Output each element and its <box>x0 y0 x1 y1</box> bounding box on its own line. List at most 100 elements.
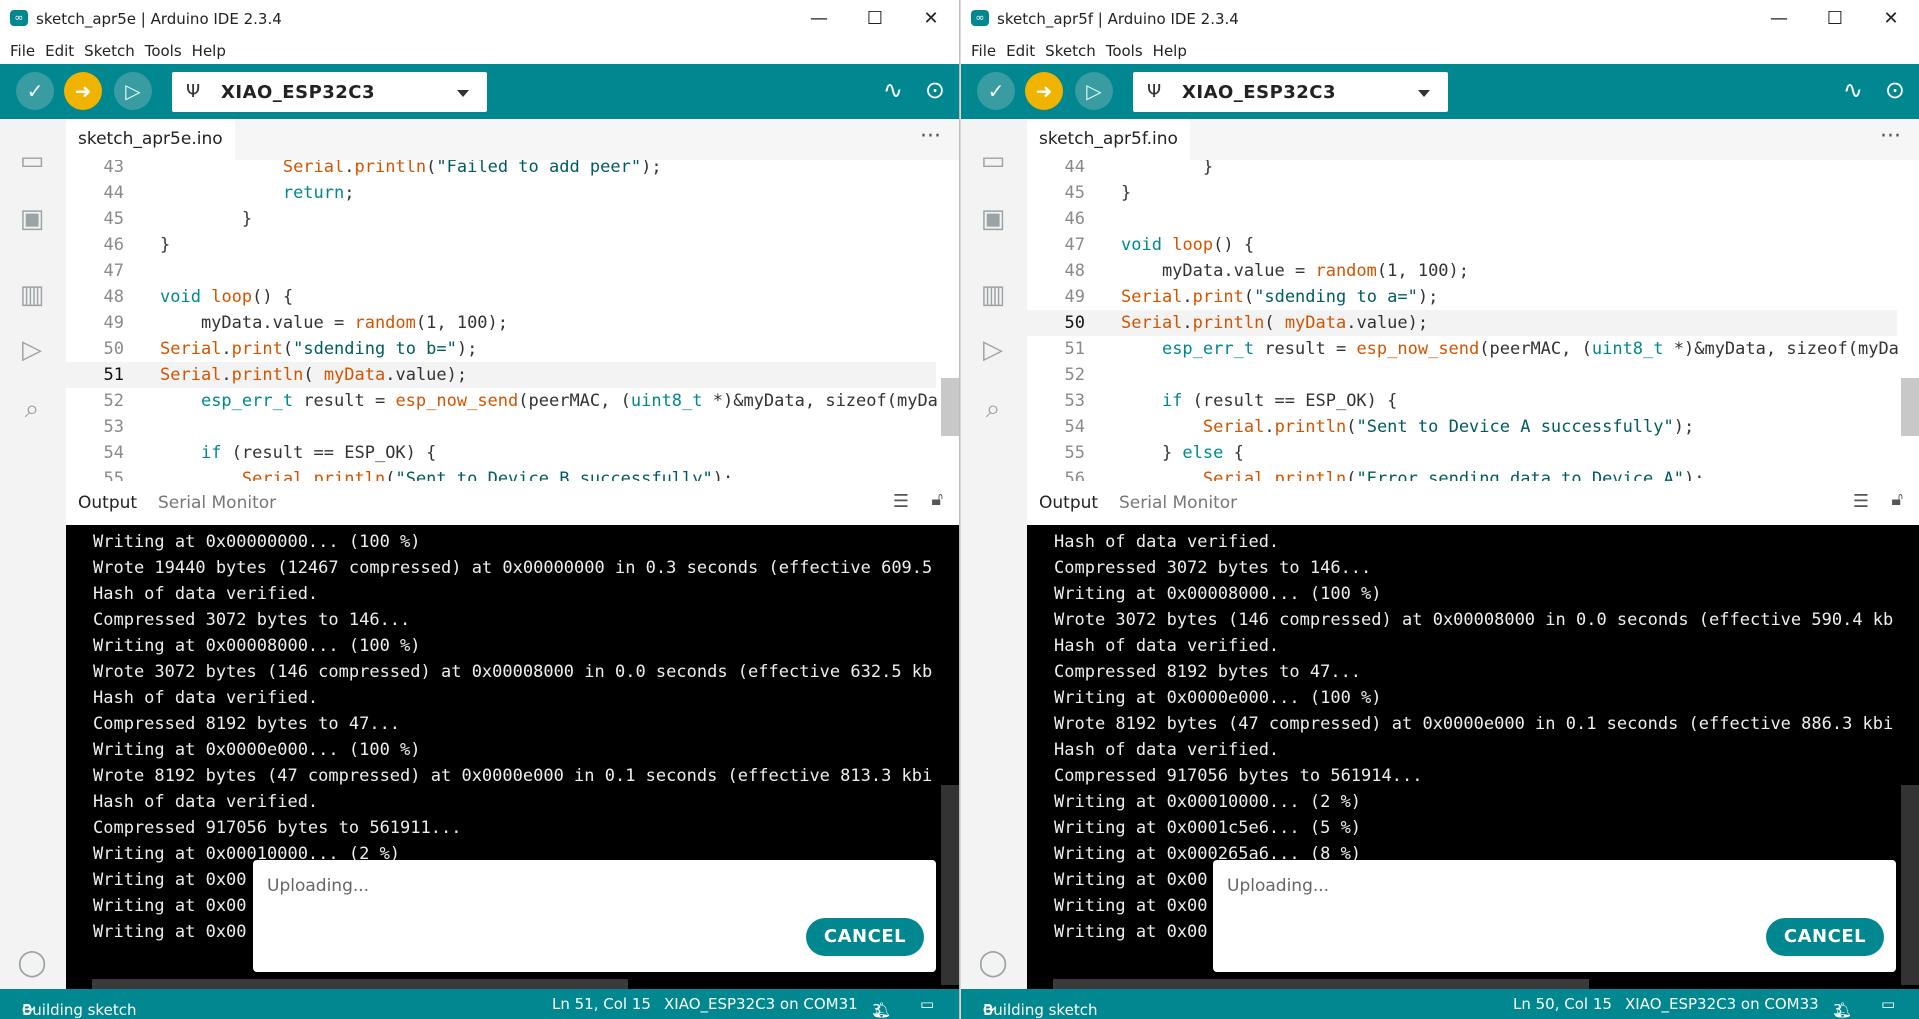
chevron-down-icon <box>457 90 469 97</box>
maximize-button[interactable]: ☐ <box>847 0 903 38</box>
toolbar: ✓ ➜ ▷ Ψ XIAO_ESP32C3 ∿ ⊙ <box>961 64 1919 119</box>
serial-monitor-icon[interactable]: ⊙ <box>925 76 945 104</box>
board-port[interactable]: XIAO_ESP32C3 on COM31 <box>664 995 858 1013</box>
output-line: Wrote 19440 bytes (12467 compressed) at … <box>93 558 933 578</box>
board-manager-icon[interactable]: ▣ <box>14 201 50 237</box>
close-button[interactable]: ✕ <box>903 0 959 38</box>
code-line: 48 myData.value = random(1, 100); <box>1027 258 1897 284</box>
upload-button[interactable]: ➜ <box>64 72 102 110</box>
output-h-scrollbar[interactable] <box>1053 979 1589 989</box>
debug-sidebar-icon[interactable]: ▷ <box>14 332 50 368</box>
cursor-position[interactable]: Ln 50, Col 15 <box>1513 995 1612 1013</box>
search-icon[interactable]: ⌕ <box>14 391 50 427</box>
editor-tab[interactable]: sketch_apr5f.ino <box>1027 119 1190 160</box>
output-line: Compressed 3072 bytes to 146... <box>1054 558 1372 578</box>
menu-tools[interactable]: Tools <box>1096 38 1143 60</box>
menu-sketch[interactable]: Sketch <box>74 38 135 60</box>
serial-plotter-icon[interactable]: ∿ <box>883 76 903 104</box>
board-selector[interactable]: Ψ XIAO_ESP32C3 <box>1133 72 1448 112</box>
clear-output-icon[interactable]: ☰ <box>1853 491 1869 512</box>
minimize-button[interactable]: — <box>791 0 847 38</box>
verify-button[interactable]: ✓ <box>16 72 54 110</box>
tab-output[interactable]: Output <box>1039 493 1098 513</box>
output-scrollbar[interactable] <box>1901 785 1919 985</box>
debug-button[interactable]: ▷ <box>1075 72 1113 110</box>
debug-button[interactable]: ▷ <box>114 72 152 110</box>
tab-serial-monitor[interactable]: Serial Monitor <box>158 493 276 513</box>
line-number: 45 <box>1064 183 1085 203</box>
menu-help[interactable]: Help <box>182 38 226 60</box>
code-line: 53 if (result == ESP_OK) { <box>1027 388 1897 414</box>
line-number: 44 <box>103 183 124 203</box>
output-line: Wrote 3072 bytes (146 compressed) at 0x0… <box>93 662 933 682</box>
board-port[interactable]: XIAO_ESP32C3 on COM33 <box>1625 995 1819 1013</box>
output-h-scrollbar[interactable] <box>92 979 628 989</box>
account-icon[interactable]: ◯ <box>975 945 1011 981</box>
line-number: 49 <box>103 313 124 333</box>
panel-toggle-icon[interactable]: ▭ <box>920 995 934 1013</box>
cancel-button[interactable]: CANCEL <box>1766 918 1884 956</box>
clear-output-icon[interactable]: ☰ <box>893 491 909 512</box>
code-text: myData.value = random(1, 100); <box>160 313 509 333</box>
output-line: Writing at 0x00 <box>1054 896 1208 916</box>
code-text: if (result == ESP_OK) { <box>1161 391 1398 411</box>
maximize-button[interactable]: ☐ <box>1807 0 1863 38</box>
editor-tab-bar: sketch_apr5e.ino ··· <box>66 119 959 160</box>
search-icon[interactable]: ⌕ <box>975 391 1011 427</box>
menu-help[interactable]: Help <box>1143 38 1187 60</box>
panel-toggle-icon[interactable]: ▭ <box>1881 995 1895 1013</box>
more-icon[interactable]: ··· <box>920 119 941 155</box>
output-line: Writing at 0x00008000... (100 %) <box>1054 584 1382 604</box>
status-bar: ⟳ Building sketch Ln 51, Col 15 XIAO_ESP32… <box>0 989 959 1019</box>
menu-file[interactable]: File <box>961 38 996 60</box>
serial-monitor-icon[interactable]: ⊙ <box>1885 76 1905 104</box>
menu-edit[interactable]: Edit <box>996 38 1035 60</box>
account-icon[interactable]: ◯ <box>14 945 50 981</box>
debug-sidebar-icon[interactable]: ▷ <box>975 332 1011 368</box>
editor-scrollbar[interactable] <box>1901 378 1919 436</box>
editor-scrollbar[interactable] <box>941 378 959 436</box>
code-text: Serial.println("Error sending data to De… <box>1202 469 1705 481</box>
cancel-button[interactable]: CANCEL <box>806 918 924 956</box>
tab-output[interactable]: Output <box>78 493 137 513</box>
code-line: 54 Serial.println("Sent to Device A succ… <box>1027 414 1897 440</box>
close-button[interactable]: ✕ <box>1863 0 1919 38</box>
library-icon[interactable]: ▥ <box>14 277 50 313</box>
code-editor[interactable]: 43 Serial.println("Failed to add peer");… <box>66 160 959 481</box>
more-icon[interactable]: ··· <box>1880 119 1901 155</box>
output-line: Hash of data verified. <box>1054 740 1280 760</box>
serial-plotter-icon[interactable]: ∿ <box>1843 76 1863 104</box>
toast-message: Uploading... <box>1227 876 1330 896</box>
folder-icon[interactable]: ▭ <box>975 143 1011 179</box>
code-line: 47 <box>66 258 936 284</box>
menu-file[interactable]: File <box>0 38 35 60</box>
lock-icon[interactable]: 🔓︎ <box>931 489 943 510</box>
code-editor[interactable]: 44 } 45} 46 47 void loop() {48 myData.value … <box>1027 160 1919 481</box>
code-line: 52 esp_err_t result = esp_now_send(peerM… <box>66 388 938 414</box>
library-icon[interactable]: ▥ <box>975 277 1011 313</box>
board-name: XIAO_ESP32C3 <box>221 82 376 103</box>
debug-icon: ▷ <box>1086 79 1102 103</box>
lock-icon[interactable]: 🔓︎ <box>1891 489 1903 510</box>
code-text: } <box>1121 160 1214 177</box>
menu-tools[interactable]: Tools <box>135 38 182 60</box>
line-number: 51 <box>103 365 124 385</box>
board-manager-icon[interactable]: ▣ <box>975 201 1011 237</box>
verify-button[interactable]: ✓ <box>977 72 1015 110</box>
minimize-button[interactable]: — <box>1751 0 1807 38</box>
editor-tab[interactable]: sketch_apr5e.ino <box>66 119 235 160</box>
menu-edit[interactable]: Edit <box>35 38 74 60</box>
output-scrollbar[interactable] <box>941 785 959 985</box>
line-number: 47 <box>103 261 124 281</box>
output-line: Hash of data verified. <box>1054 636 1280 656</box>
line-number: 52 <box>1064 365 1085 385</box>
menu-sketch[interactable]: Sketch <box>1035 38 1096 60</box>
cursor-position[interactable]: Ln 51, Col 15 <box>552 995 651 1013</box>
board-selector[interactable]: Ψ XIAO_ESP32C3 <box>172 72 487 112</box>
output-line: Writing at 0x0000e000... (100 %) <box>93 740 421 760</box>
code-text: } <box>160 209 253 229</box>
output-line: Compressed 8192 bytes to 47... <box>1054 662 1362 682</box>
tab-serial-monitor[interactable]: Serial Monitor <box>1119 493 1237 513</box>
folder-icon[interactable]: ▭ <box>14 143 50 179</box>
upload-button[interactable]: ➜ <box>1025 72 1063 110</box>
